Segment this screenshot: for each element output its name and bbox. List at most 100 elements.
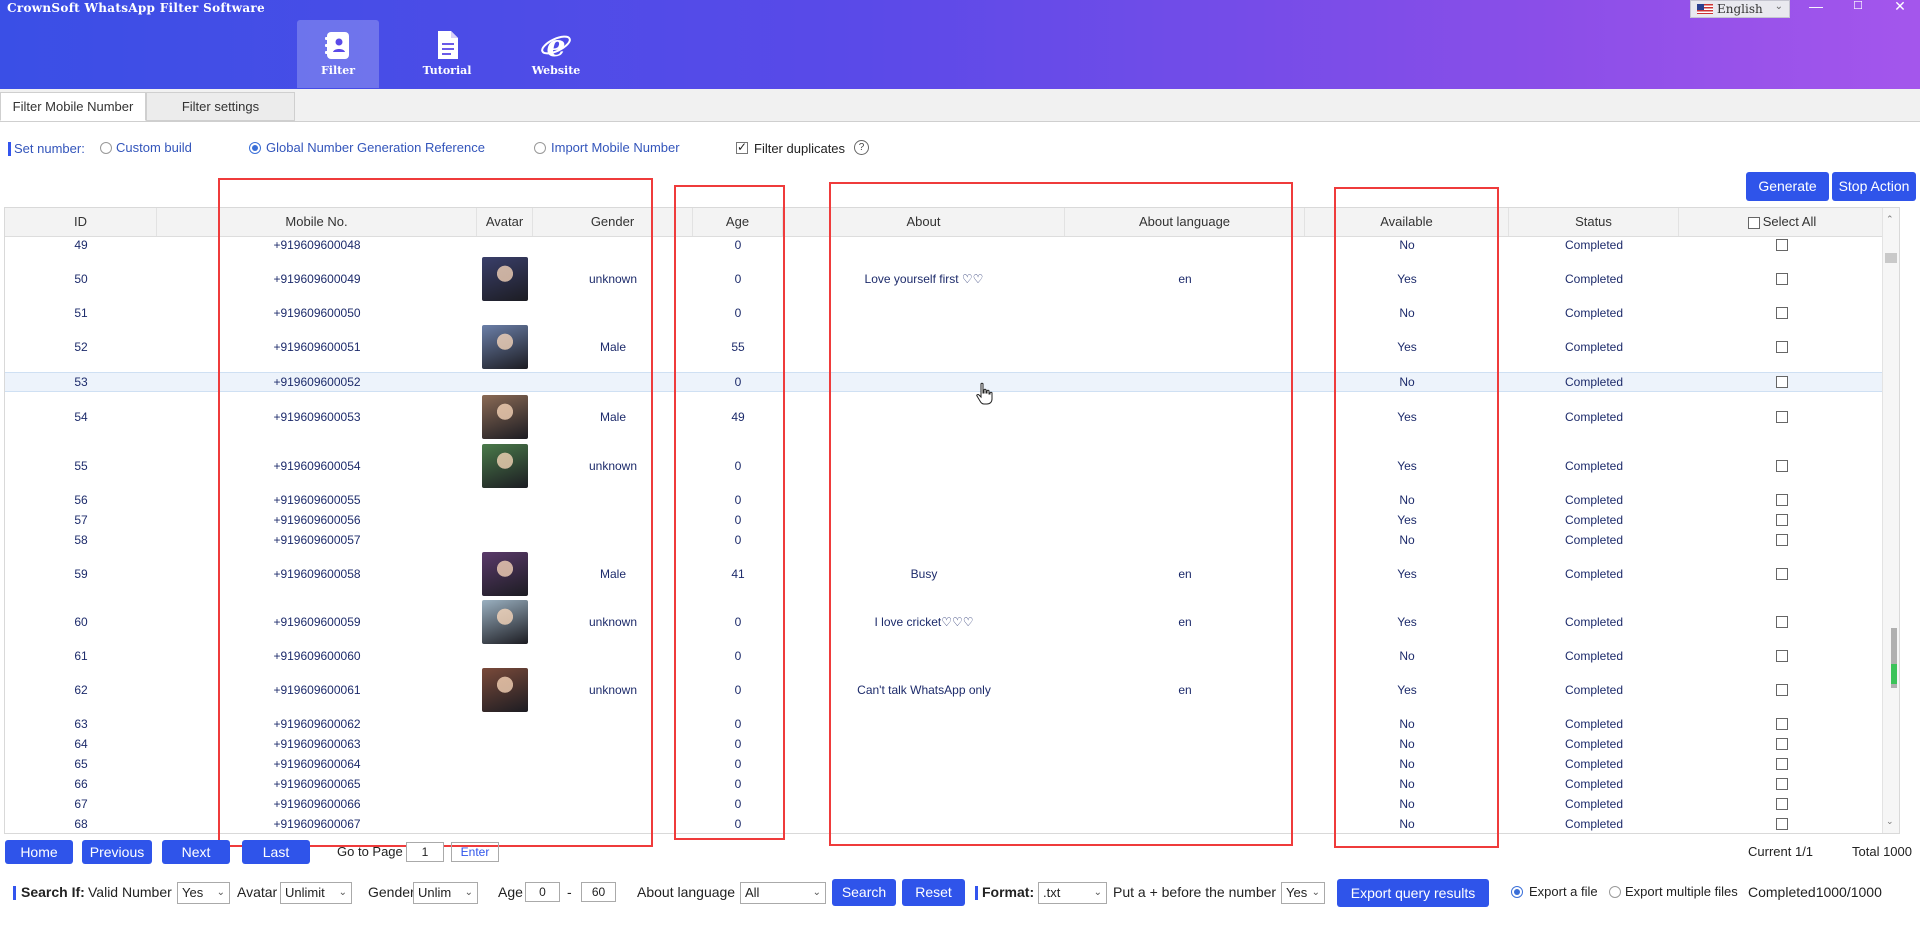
row-checkbox[interactable]: [1776, 273, 1788, 285]
reset-button[interactable]: Reset: [902, 879, 965, 906]
col-available[interactable]: Available: [1305, 208, 1509, 236]
age-max-input[interactable]: 60: [581, 882, 616, 902]
row-checkbox[interactable]: [1776, 758, 1788, 770]
about-language-select[interactable]: All ⌄: [740, 882, 826, 904]
table-row[interactable]: 67 +919609600066 0 No Completed: [5, 794, 1897, 814]
table-row[interactable]: 56 +919609600055 0 No Completed: [5, 490, 1897, 510]
generate-button[interactable]: Generate: [1746, 172, 1829, 201]
row-checkbox[interactable]: [1776, 460, 1788, 472]
nav-website-button[interactable]: e Website: [515, 20, 597, 88]
table-row[interactable]: 49 +919609600048 0 No Completed: [5, 236, 1897, 254]
col-id[interactable]: ID: [5, 208, 157, 236]
col-age[interactable]: Age: [693, 208, 783, 236]
home-button[interactable]: Home: [5, 840, 73, 864]
row-checkbox[interactable]: [1776, 798, 1788, 810]
col-select-all[interactable]: Select All: [1679, 208, 1885, 236]
radio-export-file[interactable]: [1511, 886, 1523, 898]
radio-import-mobile-label[interactable]: Import Mobile Number: [551, 140, 680, 155]
avatar[interactable]: [482, 552, 528, 596]
scrollbar-thumb[interactable]: [1885, 253, 1897, 263]
tab-filter-settings[interactable]: Filter settings: [146, 92, 295, 121]
avatar-select[interactable]: Unlimit ⌄: [280, 882, 352, 904]
valid-number-select[interactable]: Yes ⌄: [177, 882, 230, 904]
table-row[interactable]: 64 +919609600063 0 No Completed: [5, 734, 1897, 754]
nav-tutorial-button[interactable]: Tutorial: [406, 20, 488, 88]
close-button[interactable]: ✕: [1882, 0, 1918, 14]
row-checkbox[interactable]: [1776, 376, 1788, 388]
row-checkbox[interactable]: [1776, 514, 1788, 526]
avatar[interactable]: [482, 444, 528, 488]
col-status[interactable]: Status: [1509, 208, 1679, 236]
age-min-input[interactable]: 0: [525, 882, 560, 902]
plus-prefix-select[interactable]: Yes ⌄: [1281, 882, 1325, 904]
table-row[interactable]: 57 +919609600056 0 Yes Completed: [5, 510, 1897, 530]
table-row[interactable]: 50 +919609600049 unknown 0 Love yourself fir…: [5, 254, 1897, 304]
stop-action-button[interactable]: Stop Action: [1832, 172, 1916, 201]
row-checkbox[interactable]: [1776, 778, 1788, 790]
nav-filter-button[interactable]: Filter: [297, 20, 379, 88]
avatar[interactable]: [482, 668, 528, 712]
radio-import-mobile[interactable]: [534, 142, 546, 154]
table-row[interactable]: 65 +919609600064 0 No Completed: [5, 754, 1897, 774]
last-button[interactable]: Last: [242, 840, 310, 864]
page-input[interactable]: 1: [406, 842, 444, 862]
row-checkbox[interactable]: [1776, 341, 1788, 353]
table-row[interactable]: 52 +919609600051 Male 55 Yes Completed: [5, 322, 1897, 372]
table-row[interactable]: 51 +919609600050 0 No Completed: [5, 304, 1897, 322]
col-avatar[interactable]: Avatar: [477, 208, 533, 236]
row-checkbox[interactable]: [1776, 307, 1788, 319]
format-select[interactable]: .txt ⌄: [1038, 882, 1107, 904]
row-checkbox[interactable]: [1776, 616, 1788, 628]
radio-custom-build[interactable]: [100, 142, 112, 154]
row-checkbox[interactable]: [1776, 239, 1788, 251]
col-gender[interactable]: Gender: [533, 208, 693, 236]
avatar[interactable]: [482, 257, 528, 301]
vertical-scrollbar[interactable]: ⌃ ⌄: [1882, 208, 1899, 833]
scroll-down-arrow-icon[interactable]: ⌄: [1886, 816, 1894, 827]
maximize-button[interactable]: ☐: [1840, 0, 1876, 14]
table-row[interactable]: 60 +919609600059 unknown 0 I love cricket♡♡♡…: [5, 598, 1897, 646]
row-checkbox[interactable]: [1776, 684, 1788, 696]
row-checkbox[interactable]: [1776, 650, 1788, 662]
col-about-language[interactable]: About language: [1065, 208, 1305, 236]
help-icon[interactable]: ?: [854, 140, 869, 155]
avatar[interactable]: [482, 395, 528, 439]
export-file-label[interactable]: Export a file: [1529, 884, 1598, 899]
language-select[interactable]: English ⌄: [1690, 0, 1790, 18]
filter-duplicates-checkbox[interactable]: [736, 140, 748, 154]
row-checkbox[interactable]: [1776, 494, 1788, 506]
table-row[interactable]: 53 +919609600052 0 No Completed: [5, 372, 1897, 392]
previous-button[interactable]: Previous: [82, 840, 152, 864]
filter-duplicates-label[interactable]: Filter duplicates: [754, 141, 845, 156]
table-row[interactable]: 63 +919609600062 0 No Completed: [5, 714, 1897, 734]
table-row[interactable]: 62 +919609600061 unknown 0 Can't talk WhatsA…: [5, 666, 1897, 714]
row-checkbox[interactable]: [1776, 411, 1788, 423]
row-checkbox[interactable]: [1776, 738, 1788, 750]
radio-global-reference[interactable]: [249, 142, 261, 154]
table-row[interactable]: 55 +919609600054 unknown 0 Yes Completed: [5, 442, 1897, 490]
row-checkbox[interactable]: [1776, 718, 1788, 730]
col-mobile[interactable]: Mobile No.: [157, 208, 477, 236]
radio-custom-build-label[interactable]: Custom build: [116, 140, 192, 155]
select-all-checkbox[interactable]: [1747, 216, 1760, 229]
next-button[interactable]: Next: [162, 840, 230, 864]
export-multiple-label[interactable]: Export multiple files: [1625, 884, 1738, 899]
avatar[interactable]: [482, 325, 528, 369]
gender-select[interactable]: Unlim ⌄: [413, 882, 478, 904]
table-row[interactable]: 61 +919609600060 0 No Completed: [5, 646, 1897, 666]
radio-global-reference-label[interactable]: Global Number Generation Reference: [266, 140, 485, 155]
table-row[interactable]: 54 +919609600053 Male 49 Yes Completed: [5, 392, 1897, 442]
table-row[interactable]: 59 +919609600058 Male 41 Busy en Yes Completed: [5, 550, 1897, 598]
col-about[interactable]: About: [783, 208, 1065, 236]
table-row[interactable]: 68 +919609600067 0 No Completed: [5, 814, 1897, 833]
enter-button[interactable]: Enter: [451, 842, 499, 862]
export-query-results-button[interactable]: Export query results: [1337, 879, 1489, 907]
avatar[interactable]: [482, 600, 528, 644]
tab-filter-mobile-number[interactable]: Filter Mobile Number: [0, 92, 146, 121]
scroll-up-arrow-icon[interactable]: ⌃: [1886, 214, 1894, 225]
row-checkbox[interactable]: [1776, 568, 1788, 580]
radio-export-multiple[interactable]: [1609, 886, 1621, 898]
search-button[interactable]: Search: [832, 879, 896, 906]
row-checkbox[interactable]: [1776, 534, 1788, 546]
table-row[interactable]: 58 +919609600057 0 No Completed: [5, 530, 1897, 550]
